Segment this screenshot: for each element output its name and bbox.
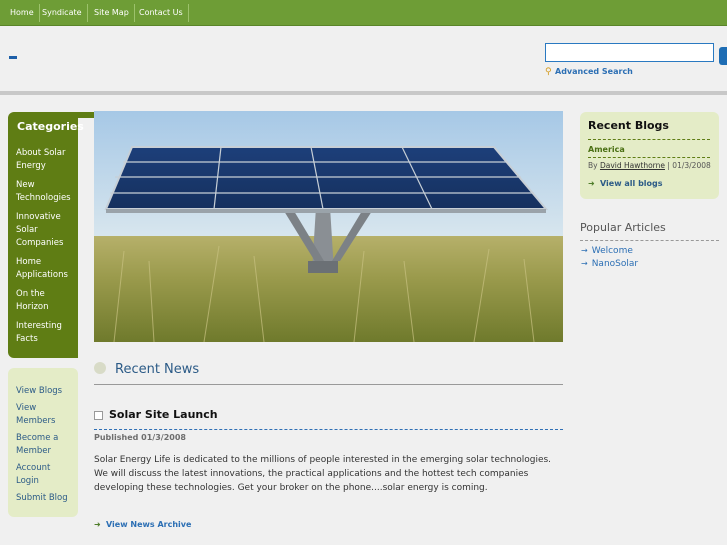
nav-syndicate-link[interactable]: Syndicate: [37, 4, 88, 22]
popular-article-label: NanoSolar: [591, 259, 639, 269]
advanced-search-link[interactable]: ⚲ Advanced Search: [545, 67, 633, 79]
site-logo[interactable]: [9, 56, 17, 59]
blog-item-divider: [588, 157, 710, 158]
nav-sitemap-link[interactable]: Site Map: [89, 4, 135, 22]
view-news-archive-link[interactable]: ➜ View News Archive: [94, 520, 191, 529]
category-on-the-horizon[interactable]: On the Horizon: [16, 288, 74, 314]
news-circle-icon: [94, 362, 106, 374]
arrow-right-icon: ➜: [94, 520, 101, 529]
view-all-blogs-link[interactable]: ➜ View all blogs: [588, 179, 663, 188]
arrow-right-icon: →: [581, 259, 588, 268]
blog-by-label: By: [588, 161, 598, 170]
arrow-right-icon: ➜: [588, 179, 595, 188]
category-new-technologies[interactable]: New Technologies: [16, 179, 74, 205]
user-menu-become-member[interactable]: Become a Member: [16, 432, 74, 458]
post-title[interactable]: Solar Site Launch: [109, 408, 218, 421]
hero-image-solar-panel: [94, 111, 563, 342]
categories-title: Categories: [17, 120, 84, 133]
view-all-blogs-label: View all blogs: [600, 179, 663, 188]
post-date: Published 01/3/2008: [94, 433, 186, 442]
recent-blogs-title: Recent Blogs: [588, 119, 669, 132]
recent-news-heading: Recent News: [115, 362, 200, 377]
category-about-solar-energy[interactable]: About Solar Energy: [16, 147, 74, 173]
category-interesting-facts[interactable]: Interesting Facts: [16, 320, 74, 346]
category-home-applications[interactable]: Home Applications: [16, 256, 74, 282]
document-icon: [94, 411, 103, 420]
blog-author-link[interactable]: David Hawthorne: [600, 161, 665, 170]
header-divider: [0, 91, 727, 95]
advanced-search-label: Advanced Search: [555, 67, 633, 76]
arrow-right-icon: →: [581, 246, 588, 255]
user-menu-submit-blog[interactable]: Submit Blog: [16, 492, 74, 505]
user-menu-account-login[interactable]: Account Login: [16, 462, 74, 488]
popular-article-welcome[interactable]: → Welcome: [581, 246, 633, 256]
popular-article-nanosolar[interactable]: → NanoSolar: [581, 259, 638, 269]
post-title-divider: [94, 429, 563, 430]
popular-articles-title: Popular Articles: [580, 221, 666, 234]
popular-articles-divider: [580, 240, 719, 241]
popular-article-label: Welcome: [591, 246, 633, 256]
nav-home-link[interactable]: Home: [5, 4, 40, 22]
user-menu-view-members[interactable]: View Members: [16, 402, 74, 428]
view-news-archive-label: View News Archive: [106, 520, 192, 529]
recent-blogs-divider: [588, 139, 710, 140]
nav-contact-link[interactable]: Contact Us: [134, 4, 189, 22]
blog-item-title[interactable]: America: [588, 145, 625, 154]
blog-item-meta: By David Hawthorne | 01/3/2008: [588, 161, 711, 170]
search-button[interactable]: [719, 47, 727, 65]
recent-news-divider: [94, 384, 563, 385]
category-innovative-solar-companies[interactable]: Innovative Solar Companies: [16, 211, 74, 250]
blog-date: | 01/3/2008: [667, 161, 711, 170]
search-input[interactable]: [545, 43, 714, 62]
magnifier-icon: ⚲: [545, 67, 552, 77]
user-menu-view-blogs[interactable]: View Blogs: [16, 385, 74, 398]
top-nav-bar: Home Syndicate Site Map Contact Us: [0, 0, 727, 26]
post-body: Solar Energy Life is dedicated to the mi…: [94, 455, 552, 493]
